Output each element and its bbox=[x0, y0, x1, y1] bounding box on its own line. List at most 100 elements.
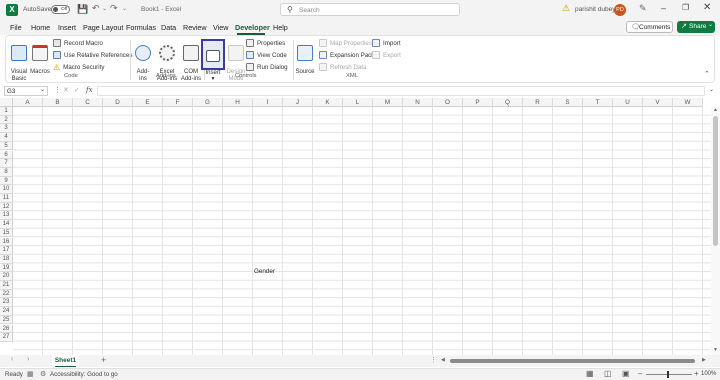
column-header-w[interactable]: W bbox=[673, 98, 703, 107]
view-code-button[interactable]: View Code bbox=[246, 51, 287, 59]
column-header-o[interactable]: O bbox=[433, 98, 463, 107]
enter-icon[interactable]: ✓ bbox=[74, 86, 80, 94]
tab-data[interactable]: Data bbox=[161, 23, 176, 32]
tab-view[interactable]: View bbox=[213, 23, 228, 32]
vertical-scroll-thumb[interactable] bbox=[713, 116, 718, 246]
column-header-u[interactable]: U bbox=[613, 98, 643, 107]
column-header-j[interactable]: J bbox=[283, 98, 313, 107]
column-header-m[interactable]: M bbox=[373, 98, 403, 107]
column-header-g[interactable]: G bbox=[193, 98, 223, 107]
formula-input[interactable] bbox=[97, 86, 705, 96]
scroll-down-icon[interactable]: ▼ bbox=[713, 347, 718, 353]
zoom-slider-knob[interactable] bbox=[667, 371, 669, 378]
cell-i8[interactable]: Gender bbox=[254, 268, 275, 275]
page-break-view-icon[interactable]: ▣ bbox=[622, 369, 630, 378]
column-header-r[interactable]: R bbox=[523, 98, 553, 107]
use-relative-references-button[interactable]: Use Relative References bbox=[53, 51, 132, 59]
page-layout-view-icon[interactable]: ◫ bbox=[604, 369, 612, 378]
column-header-v[interactable]: V bbox=[643, 98, 673, 107]
column-header-q[interactable]: Q bbox=[493, 98, 523, 107]
avatar[interactable]: PD bbox=[614, 4, 626, 16]
column-header-t[interactable]: T bbox=[583, 98, 613, 107]
horizontal-scrollbar[interactable]: ◀ ▶ bbox=[440, 357, 710, 365]
tab-developer[interactable]: Developer bbox=[235, 23, 270, 32]
zoom-out-icon[interactable]: – bbox=[638, 369, 642, 378]
row-header-8[interactable]: 8 bbox=[0, 167, 13, 177]
accessibility-status[interactable]: Accessibility: Good to go bbox=[50, 371, 118, 378]
search-box[interactable]: ⚲ Search bbox=[280, 3, 460, 16]
row-header-10[interactable]: 10 bbox=[0, 185, 13, 194]
insert-function-icon[interactable]: fx bbox=[86, 86, 93, 94]
sheet-tab-sheet1[interactable]: Sheet1 bbox=[52, 355, 79, 367]
row-header-22[interactable]: 22 bbox=[0, 289, 13, 299]
row-header-5[interactable]: 5 bbox=[0, 141, 13, 151]
row-header-18[interactable]: 18 bbox=[0, 254, 13, 264]
row-header-14[interactable]: 14 bbox=[0, 220, 13, 229]
tab-page-layout[interactable]: Page Layout bbox=[83, 23, 123, 32]
select-all-corner[interactable] bbox=[0, 98, 13, 107]
row-header-4[interactable]: 4 bbox=[0, 133, 13, 142]
collapse-ribbon-icon[interactable]: ⌃ bbox=[704, 70, 710, 78]
column-header-c[interactable]: C bbox=[73, 98, 103, 107]
row-header-12[interactable]: 12 bbox=[0, 202, 13, 212]
insert-control-button[interactable]: Insert ▼ bbox=[201, 39, 225, 82]
row-header-19[interactable]: 19 bbox=[0, 263, 13, 273]
refresh-data-button[interactable]: Refresh Data bbox=[319, 63, 366, 71]
excel-logo-icon[interactable]: X bbox=[6, 4, 18, 16]
row-header-21[interactable]: 21 bbox=[0, 281, 13, 290]
cells-layer[interactable] bbox=[13, 107, 711, 355]
column-header-s[interactable]: S bbox=[553, 98, 583, 107]
properties-button[interactable]: Properties bbox=[246, 39, 285, 47]
row-header-2[interactable]: 2 bbox=[0, 115, 13, 125]
split-handle-icon[interactable]: ⋮ bbox=[430, 356, 437, 364]
record-macro-button[interactable]: Record Macro bbox=[53, 39, 103, 47]
row-header-11[interactable]: 11 bbox=[0, 194, 13, 203]
column-header-a[interactable]: A bbox=[13, 98, 43, 107]
worksheet-grid[interactable]: ABCDEFGHIJKLMNOPQRSTUVW 1 2 3 4 5 6 7 8 9 10 11 12 1… bbox=[0, 98, 720, 355]
row-header-7[interactable]: 7 bbox=[0, 159, 13, 168]
horizontal-scroll-thumb[interactable] bbox=[450, 359, 695, 363]
expand-formula-bar-icon[interactable]: ⌄ bbox=[709, 86, 714, 93]
name-box-dropdown-icon[interactable]: ⌄ bbox=[40, 86, 45, 93]
tab-formulas[interactable]: Formulas bbox=[126, 23, 156, 32]
column-header-p[interactable]: P bbox=[463, 98, 493, 107]
minimize-icon[interactable]: – bbox=[661, 3, 666, 13]
row-header-6[interactable]: 6 bbox=[0, 150, 13, 160]
row-header-3[interactable]: 3 bbox=[0, 124, 13, 134]
close-icon[interactable]: ✕ bbox=[703, 2, 711, 13]
map-properties-button[interactable]: Map Properties bbox=[319, 39, 372, 47]
column-header-f[interactable]: F bbox=[163, 98, 193, 107]
row-header-15[interactable]: 15 bbox=[0, 228, 13, 238]
row-header-26[interactable]: 26 bbox=[0, 324, 13, 334]
tab-home[interactable]: Home bbox=[31, 23, 50, 32]
pen-icon[interactable]: ✎ bbox=[639, 3, 647, 14]
comments-button[interactable]: 🗨 Comments bbox=[626, 21, 673, 33]
row-header-27[interactable]: 27 bbox=[0, 333, 13, 342]
vertical-scrollbar[interactable]: ▲ ▼ bbox=[711, 107, 720, 355]
source-button[interactable]: Source bbox=[295, 38, 315, 76]
tab-insert[interactable]: Insert bbox=[58, 23, 76, 32]
user-name[interactable]: parishit dubey bbox=[575, 6, 615, 13]
document-title[interactable]: Book1 - Excel bbox=[141, 6, 181, 13]
macro-security-button[interactable]: ⚠ Macro Security bbox=[53, 63, 104, 72]
column-header-k[interactable]: K bbox=[313, 98, 343, 107]
redo-icon[interactable]: ↷ bbox=[110, 3, 118, 14]
macro-record-icon[interactable]: ▦ bbox=[27, 370, 34, 378]
column-header-d[interactable]: D bbox=[103, 98, 133, 107]
share-button[interactable]: ↗ Share ⌄ bbox=[677, 21, 715, 33]
undo-icon[interactable]: ↶ bbox=[92, 3, 100, 14]
column-header-i[interactable]: I bbox=[253, 98, 283, 107]
scroll-right-icon[interactable]: ▶ bbox=[702, 357, 706, 363]
cancel-icon[interactable]: ✕ bbox=[63, 86, 69, 94]
autosave-toggle[interactable]: Off bbox=[51, 5, 70, 14]
column-header-l[interactable]: L bbox=[343, 98, 373, 107]
tab-file[interactable]: File bbox=[10, 23, 22, 32]
row-header-17[interactable]: 17 bbox=[0, 246, 13, 255]
expansion-packs-button[interactable]: Expansion Packs bbox=[319, 51, 377, 59]
normal-view-icon[interactable]: ▦ bbox=[586, 369, 594, 378]
row-header-1[interactable]: 1 bbox=[0, 107, 13, 116]
zoom-in-icon[interactable]: + bbox=[694, 369, 699, 378]
row-header-20[interactable]: 20 bbox=[0, 272, 13, 281]
visual-basic-button[interactable]: Visual Basic bbox=[9, 38, 29, 83]
prev-sheet-icon[interactable]: ‹ bbox=[11, 356, 13, 363]
